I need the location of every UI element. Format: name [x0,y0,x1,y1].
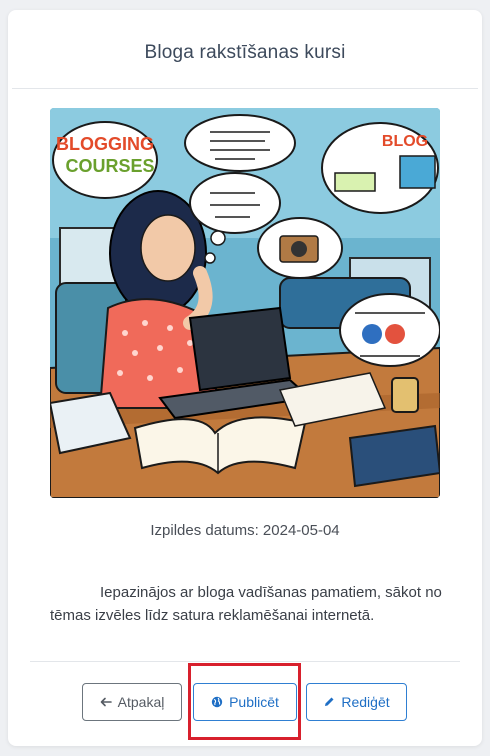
svg-text:BLOGGING: BLOGGING [56,134,154,154]
course-description: Iepazinājos ar bloga vadīšanas pamatiem,… [50,584,442,624]
edit-button[interactable]: Rediģēt [306,683,407,721]
course-image: BLOGGING COURSES BLOG [50,108,440,498]
globe-icon [211,696,223,708]
course-card: Bloga rakstīšanas kursi BLOGGING COURSES… [8,10,482,746]
svg-text:BLOG: BLOG [382,133,428,150]
edit-button-label: Rediģēt [341,694,390,710]
divider [12,88,478,89]
back-button[interactable]: Atpakaļ [82,683,182,721]
completion-date: Izpildes datums: 2024-05-04 [150,522,340,539]
svg-text:COURSES: COURSES [65,156,154,176]
pencil-icon [323,696,335,708]
back-button-label: Atpakaļ [117,694,165,710]
arrow-left-icon [100,696,112,708]
publish-button[interactable]: Publicēt [193,683,297,721]
publish-button-label: Publicēt [229,694,279,710]
page-title: Bloga rakstīšanas kursi [144,42,346,63]
divider [30,661,460,662]
